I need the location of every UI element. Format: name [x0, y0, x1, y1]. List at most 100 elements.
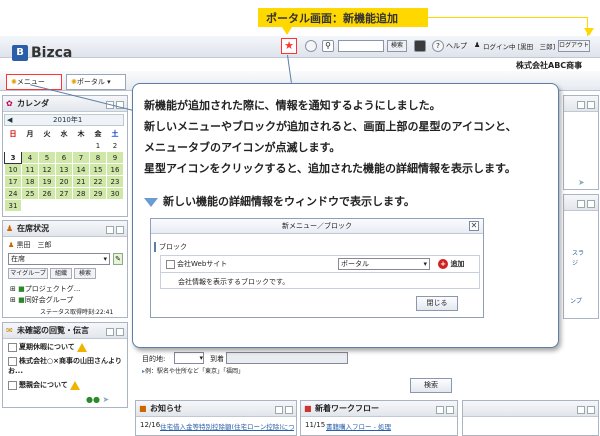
panel-window-buttons[interactable] — [104, 224, 124, 239]
calendar-day[interactable]: 7 — [72, 151, 90, 164]
calendar-day[interactable]: 1 — [89, 139, 107, 152]
calendar-day[interactable]: 14 — [72, 163, 90, 176]
prev-month-icon[interactable]: ◀ — [7, 115, 12, 125]
group-icon: ■ — [18, 285, 25, 293]
list-item[interactable]: 懇親会について — [8, 380, 80, 390]
calendar-day[interactable]: 18 — [21, 175, 39, 188]
calendar-day[interactable]: 4 — [21, 151, 39, 164]
news-icon: ■ — [139, 404, 147, 413]
panel-window-buttons[interactable] — [434, 404, 454, 419]
calendar-day[interactable]: 23 — [106, 175, 124, 188]
edit-pencil-icon[interactable]: ✎ — [113, 253, 123, 265]
tab-portal[interactable]: ✺ポータル ▾ — [66, 74, 126, 90]
calendar-day[interactable]: 16 — [106, 163, 124, 176]
calendar-day[interactable]: 26 — [38, 187, 56, 200]
calendar-day[interactable]: 19 — [38, 175, 56, 188]
calendar-day[interactable]: 21 — [72, 175, 90, 188]
pager-buttons[interactable]: ●● ➤ — [86, 395, 109, 404]
add-feature-button[interactable]: + 追加 — [438, 259, 464, 269]
app-logo[interactable]: B Bizca — [12, 45, 72, 61]
calendar-day[interactable]: 29 — [89, 187, 107, 200]
calendar-week-row: 3456789 — [4, 151, 124, 164]
calendar-day — [21, 139, 39, 152]
calendar-day[interactable]: 3 — [4, 151, 22, 164]
subtab-search[interactable]: 検索 — [74, 268, 96, 279]
calendar-weekday: 金 — [89, 127, 107, 140]
help-icon[interactable]: ? — [432, 40, 444, 52]
calendar-day[interactable]: 10 — [4, 163, 22, 176]
user-icon: ♟ — [8, 241, 15, 249]
calendar-day[interactable]: 6 — [55, 151, 73, 164]
warning-icon — [69, 380, 80, 390]
toolbar-search-button[interactable]: 検索 — [387, 40, 407, 52]
list-item[interactable]: 株式会社○×商事の山田さんよりお... — [8, 356, 126, 376]
panel-window-buttons[interactable] — [575, 198, 595, 213]
calendar-weekday: 月 — [21, 127, 39, 140]
gear-icon: ✿ — [6, 99, 13, 108]
calendar-day[interactable]: 25 — [21, 187, 39, 200]
workflow-link[interactable]: 書籍購入フロー - 処理 — [326, 421, 391, 431]
calendar-day[interactable]: 24 — [4, 187, 22, 200]
logout-button[interactable]: ログアウト — [558, 40, 590, 52]
calendar-day[interactable]: 5 — [38, 151, 56, 164]
tile-icon[interactable] — [414, 40, 426, 52]
calendar-day[interactable]: 8 — [89, 151, 107, 164]
panel-window-buttons[interactable] — [273, 404, 293, 419]
panel-window-buttons[interactable] — [104, 326, 124, 341]
document-icon — [8, 380, 17, 390]
tab-portal-label: ポータル — [76, 78, 105, 86]
example-hint: ▸例：駅名や住所など「東京」「福岡」 — [142, 368, 245, 375]
presence-user: ♟ 黒田 三郎 — [8, 241, 52, 249]
logo-mark-icon: B — [12, 45, 28, 61]
group-item[interactable]: ⊞ ■同好会グループ — [10, 295, 73, 305]
subtab-organization[interactable]: 組織 — [50, 268, 72, 279]
route-search-button[interactable]: 検索 — [410, 378, 452, 393]
close-icon[interactable]: ✕ — [469, 221, 479, 231]
message-icon[interactable] — [305, 40, 317, 52]
list-item[interactable]: 夏期休暇について — [8, 342, 87, 352]
calendar-day[interactable]: 20 — [55, 175, 73, 188]
calendar-day[interactable]: 9 — [106, 151, 124, 164]
right-arrow-icon[interactable]: ➤ — [578, 178, 585, 187]
news-link[interactable]: 住宅借入金等特別控除額(住宅ローン控除)について — [160, 421, 294, 431]
window-close-button[interactable]: 閉じる — [416, 296, 458, 311]
chevron-down-icon: ▾ — [103, 255, 107, 263]
target-select[interactable]: ポータル ▾ — [338, 258, 430, 270]
unconfirmed-title: ✉ 未確認の回覧・伝言 — [3, 323, 127, 339]
group-item[interactable]: ⊞ ■プロジェクトグ... — [10, 284, 80, 294]
magnifier-icon[interactable]: ⚲ — [322, 40, 334, 52]
status-updated-time: ステータス取得時刻:22:41 — [40, 309, 114, 316]
calendar-day[interactable]: 12 — [38, 163, 56, 176]
calendar-day[interactable]: 11 — [21, 163, 39, 176]
destination-select[interactable]: ▾ — [174, 352, 204, 364]
subtab-my-group[interactable]: マイグループ — [8, 268, 48, 279]
calendar-day[interactable]: 31 — [4, 199, 22, 212]
new-feature-star-icon[interactable]: ★ — [281, 38, 297, 54]
login-status: ログイン中 [黒田 三郎] — [483, 43, 556, 51]
calendar-day[interactable]: 2 — [106, 139, 124, 152]
workflow-title: ■ 新着ワークフロー — [301, 401, 457, 417]
calendar-day[interactable]: 22 — [89, 175, 107, 188]
panel-window-buttons[interactable] — [575, 99, 595, 114]
presence-status-select[interactable]: 在席 ▾ — [8, 253, 110, 265]
add-icon: + — [438, 259, 448, 269]
calendar-day[interactable]: 27 — [55, 187, 73, 200]
calendar-day[interactable]: 30 — [106, 187, 124, 200]
panel-window-buttons[interactable] — [575, 404, 595, 419]
calendar-grid: 日月火水木金土 1 2 3 4 5 6 7 8 9 10 11 12 13 14 15 16 17 18 19 20 21… — [4, 127, 124, 212]
calendar-day[interactable]: 13 — [55, 163, 73, 176]
callout-line-3: メニュータブのアイコンが点滅します。 — [144, 141, 341, 154]
help-link[interactable]: ヘルプ — [446, 41, 467, 51]
callout-line-4: 星型アイコンをクリックすると、追加された機能の詳細情報を表示します。 — [144, 162, 516, 175]
calendar-day — [21, 199, 39, 212]
calendar-day — [89, 199, 107, 212]
calendar-day — [72, 139, 90, 152]
calendar-day[interactable]: 15 — [89, 163, 107, 176]
arrival-input[interactable] — [226, 352, 348, 364]
right-fragment-a: スラ — [572, 250, 585, 257]
calendar-day[interactable]: 28 — [72, 187, 90, 200]
toolbar-search-input[interactable] — [338, 40, 384, 52]
banner-title: ポータル画面：新機能追加 — [258, 8, 428, 35]
destination-label: 目的地: — [142, 355, 166, 363]
calendar-day[interactable]: 17 — [4, 175, 22, 188]
